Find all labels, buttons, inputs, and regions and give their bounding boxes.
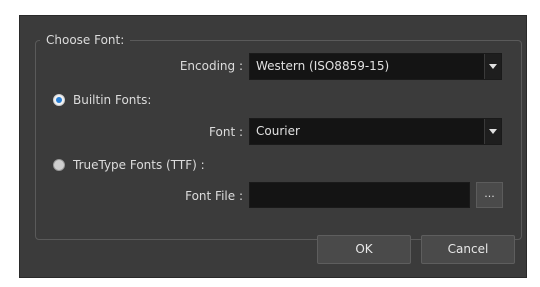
encoding-label: Encoding : xyxy=(179,59,243,73)
font-combo[interactable]: Courier xyxy=(249,118,502,145)
chevron-down-icon[interactable] xyxy=(484,54,501,79)
font-label: Font : xyxy=(209,125,243,139)
encoding-value: Western (ISO8859-15) xyxy=(256,59,390,73)
cancel-button[interactable]: Cancel xyxy=(421,235,515,264)
radio-unselected-icon[interactable] xyxy=(53,159,65,171)
screenshot-canvas: Choose Font: Encoding : Western (ISO8859… xyxy=(0,0,540,287)
chevron-down-icon[interactable] xyxy=(484,119,501,144)
choose-font-dialog: Choose Font: Encoding : Western (ISO8859… xyxy=(19,15,527,278)
window-frame-top xyxy=(0,0,540,9)
window-frame-right xyxy=(527,9,540,287)
radio-selected-icon[interactable] xyxy=(53,94,65,106)
group-title: Choose Font: xyxy=(40,32,131,48)
ok-button[interactable]: OK xyxy=(317,235,411,264)
window-frame-left xyxy=(0,9,14,287)
font-value: Courier xyxy=(256,124,300,138)
font-file-field[interactable] xyxy=(249,182,470,208)
encoding-combo[interactable]: Western (ISO8859-15) xyxy=(249,53,502,80)
font-file-label: Font File : xyxy=(185,189,243,203)
builtin-fonts-label[interactable]: Builtin Fonts: xyxy=(73,92,151,108)
truetype-fonts-label[interactable]: TrueType Fonts (TTF) : xyxy=(73,157,205,173)
browse-button[interactable]: ... xyxy=(476,182,503,208)
